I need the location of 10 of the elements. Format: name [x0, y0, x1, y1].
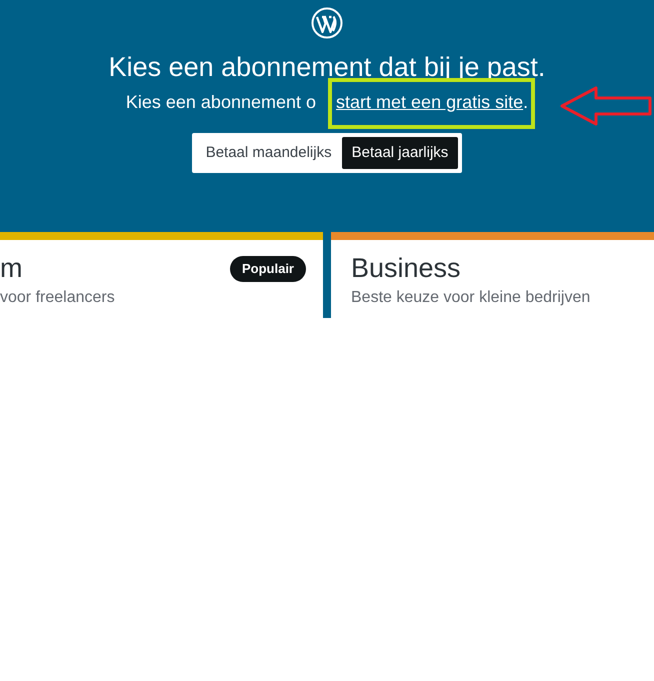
period-text: . — [523, 90, 528, 114]
page-subtitle: Kies een abonnement o — [126, 90, 318, 114]
plan-name: Business — [351, 252, 461, 285]
plan-description: Beste keuze voor kleine bedrijven — [351, 288, 592, 308]
plan-name: m — [0, 252, 22, 285]
billing-option[interactable]: Betaal jaarlijks — [342, 136, 458, 169]
popular-badge: Populair — [230, 256, 306, 282]
wordpress-logo-icon — [311, 7, 343, 39]
plan-description: voor freelancers — [0, 288, 116, 308]
free-site-link[interactable]: start met een gratis site — [336, 92, 524, 112]
